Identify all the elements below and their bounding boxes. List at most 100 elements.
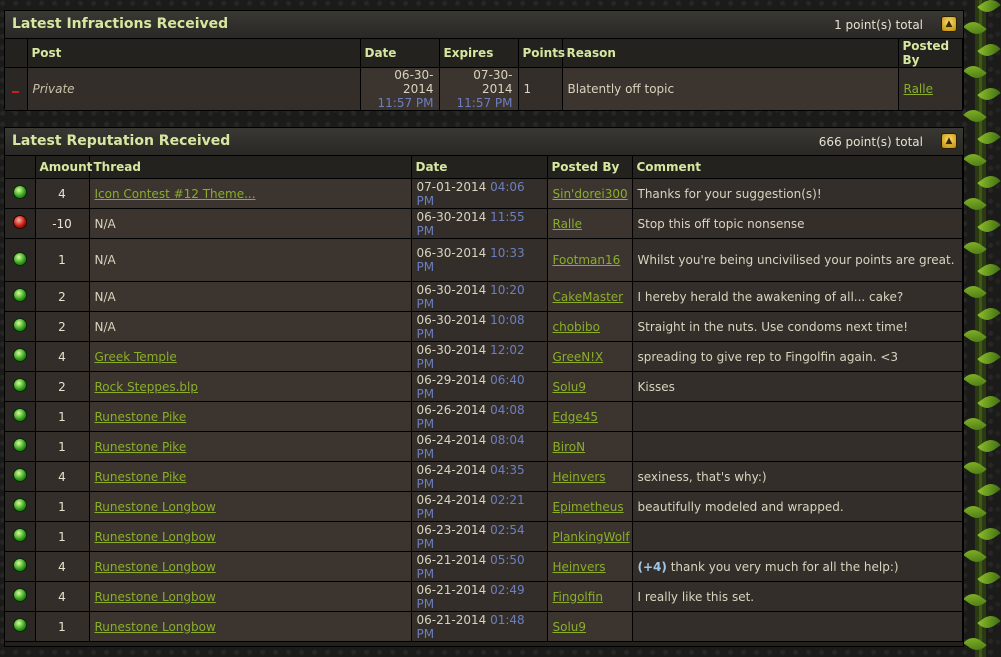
col-posted-by: Posted By [898, 39, 963, 68]
vine-leaf [963, 369, 987, 391]
rep-posted-by-link[interactable]: Heinvers [553, 470, 606, 484]
reputation-row: 4 Runestone Longbow 06-21-2014 02:49 PM Fin… [5, 581, 963, 612]
rep-date: 06-26-2014 [416, 402, 487, 417]
reputation-row: 1 Runestone Longbow 06-21-2014 01:48 PM Sol… [5, 611, 963, 642]
rep-posted-by-link[interactable]: Edge45 [553, 410, 598, 424]
green-reputation-orb-icon [12, 558, 27, 572]
rep-posted-by-link[interactable]: Solu9 [553, 380, 587, 394]
rep-posted-by-link[interactable]: CakeMaster [553, 290, 624, 304]
rep-thread-link[interactable]: Runestone Pike [95, 410, 187, 424]
reputation-row: 2 N/A 06-30-2014 10:20 PM CakeMaster I hereb… [5, 281, 963, 312]
vine-leaf [977, 303, 1001, 325]
rep-comment: Thanks for your suggestion(s)! [637, 186, 822, 201]
vine-leaf [963, 149, 987, 171]
rep-comment: Kisses [637, 379, 675, 394]
rep-posted-by-link[interactable]: Heinvers [553, 560, 606, 574]
rep-thread: N/A [94, 319, 116, 334]
vine-leaf [963, 105, 987, 127]
collapse-up-arrow-icon[interactable]: ▲ [941, 16, 957, 32]
rep-comment: I really like this set. [637, 589, 755, 604]
rep-amount: 4 [58, 589, 66, 604]
green-reputation-orb-icon [12, 378, 27, 392]
rep-posted-by-link[interactable]: chobibo [553, 320, 600, 334]
vine-leaf [963, 545, 987, 567]
rep-comment: Whilst you're being uncivilised your poi… [637, 253, 955, 267]
rep-date: 06-30-2014 [416, 282, 487, 297]
rep-posted-by-link[interactable]: Epimetheus [553, 500, 624, 514]
vine-leaf [963, 61, 987, 83]
rep-posted-by-link[interactable]: PlankingWolf [553, 530, 630, 544]
rep-amount: 4 [58, 559, 66, 574]
vine-leaf [977, 391, 1001, 413]
rep-posted-by-link[interactable]: Sin'dorei300 [553, 187, 628, 201]
infraction-expires: 07-30-2014 [473, 68, 513, 96]
rep-posted-by-link[interactable]: Solu9 [553, 620, 587, 634]
rep-thread-link[interactable]: Runestone Longbow [95, 620, 216, 634]
rep-posted-by-link[interactable]: GreeN!X [553, 350, 604, 364]
vine-leaf [963, 589, 987, 611]
rep-thread-link[interactable]: Greek Temple [95, 350, 177, 364]
rep-comment: Stop this off topic nonsense [637, 216, 805, 231]
reputation-row: 1 Runestone Longbow 06-23-2014 02:54 PM Pla… [5, 521, 963, 552]
rep-thread-link[interactable]: Runestone Longbow [95, 500, 216, 514]
rep-thread-link[interactable]: Runestone Pike [95, 440, 187, 454]
col-points: Points [518, 39, 565, 68]
col-thread: Thread [89, 156, 412, 179]
infraction-posted-by-link[interactable]: Ralle [904, 82, 933, 96]
vine-leaf [977, 523, 1001, 545]
rep-thread: N/A [94, 216, 116, 231]
collapse-up-arrow-icon[interactable]: ▲ [941, 133, 957, 149]
rep-amount: 1 [58, 529, 66, 544]
rep-date: 06-24-2014 [416, 492, 487, 507]
vine-leaf [977, 83, 1001, 105]
rep-thread-link[interactable]: Rock Steppes.blp [95, 380, 198, 394]
vine-leaf [977, 215, 1001, 237]
infractions-table: Post Date Expires Points Reason Posted B… [5, 39, 963, 111]
reputation-row: 4 Runestone Pike 06-24-2014 04:35 PM Heinve… [5, 461, 963, 492]
rep-posted-by-link[interactable]: Fingolfin [553, 590, 603, 604]
reputation-row: 1 Runestone Pike 06-24-2014 08:04 PM BiroN [5, 431, 963, 462]
rep-thread-link[interactable]: Runestone Longbow [95, 590, 216, 604]
reputation-row: 4 Greek Temple 06-30-2014 12:02 PM GreeN!X s… [5, 341, 963, 372]
rep-amount: 2 [58, 289, 66, 304]
infraction-points: 1 [523, 82, 532, 96]
green-reputation-orb-icon [12, 185, 27, 199]
vine-leaf [963, 17, 987, 39]
green-reputation-orb-icon [12, 408, 27, 422]
reputation-header: Latest Reputation Received 666 point(s) … [5, 128, 963, 156]
rep-posted-by-link[interactable]: Footman16 [553, 253, 621, 267]
rep-date: 07-01-2014 [416, 179, 487, 194]
infraction-row: Private 06-30-2014 11:57 PM 07-30-2014 1… [5, 67, 963, 111]
rep-date: 06-23-2014 [416, 522, 487, 537]
rep-date: 06-21-2014 [416, 612, 487, 627]
rep-posted-by-link[interactable]: BiroN [553, 440, 586, 454]
vine-decoration [963, 0, 1001, 657]
rep-amount: 4 [58, 186, 66, 201]
reputation-row: 4 Runestone Longbow 06-21-2014 05:50 PM Hei… [5, 551, 963, 582]
rep-amount: 2 [58, 319, 66, 334]
rep-comment-prefix: (+4) [637, 559, 667, 574]
green-reputation-orb-icon [12, 251, 27, 266]
col-comment: Comment [632, 156, 963, 179]
vine-leaf [977, 347, 1001, 369]
rep-posted-by-link[interactable]: Ralle [553, 217, 582, 231]
rep-amount: 1 [58, 409, 66, 424]
green-reputation-orb-icon [12, 528, 27, 542]
green-reputation-orb-icon [12, 498, 27, 512]
col-date: Date [360, 39, 440, 68]
vine-leaf [963, 457, 987, 479]
rep-thread-link[interactable]: Runestone Longbow [95, 530, 216, 544]
reputation-row: -10 N/A 06-30-2014 11:55 PM Ralle Stop this … [5, 208, 963, 239]
vine-leaf [977, 435, 1001, 457]
col-reason: Reason [562, 39, 899, 68]
rep-thread-link[interactable]: Icon Contest #12 Theme... [95, 187, 256, 201]
rep-comment: I hereby herald the awakening of all... … [637, 289, 904, 304]
infraction-post: Private [32, 82, 75, 96]
rep-thread-link[interactable]: Runestone Longbow [95, 560, 216, 574]
reputation-row: 1 Runestone Pike 06-26-2014 04:08 PM Edge45 [5, 401, 963, 432]
rep-thread-link[interactable]: Runestone Pike [95, 470, 187, 484]
rep-amount: 4 [58, 349, 66, 364]
infractions-header: Latest Infractions Received 1 point(s) t… [5, 11, 963, 39]
reputation-title: Latest Reputation Received [12, 133, 231, 149]
vine-leaf [977, 611, 1001, 633]
